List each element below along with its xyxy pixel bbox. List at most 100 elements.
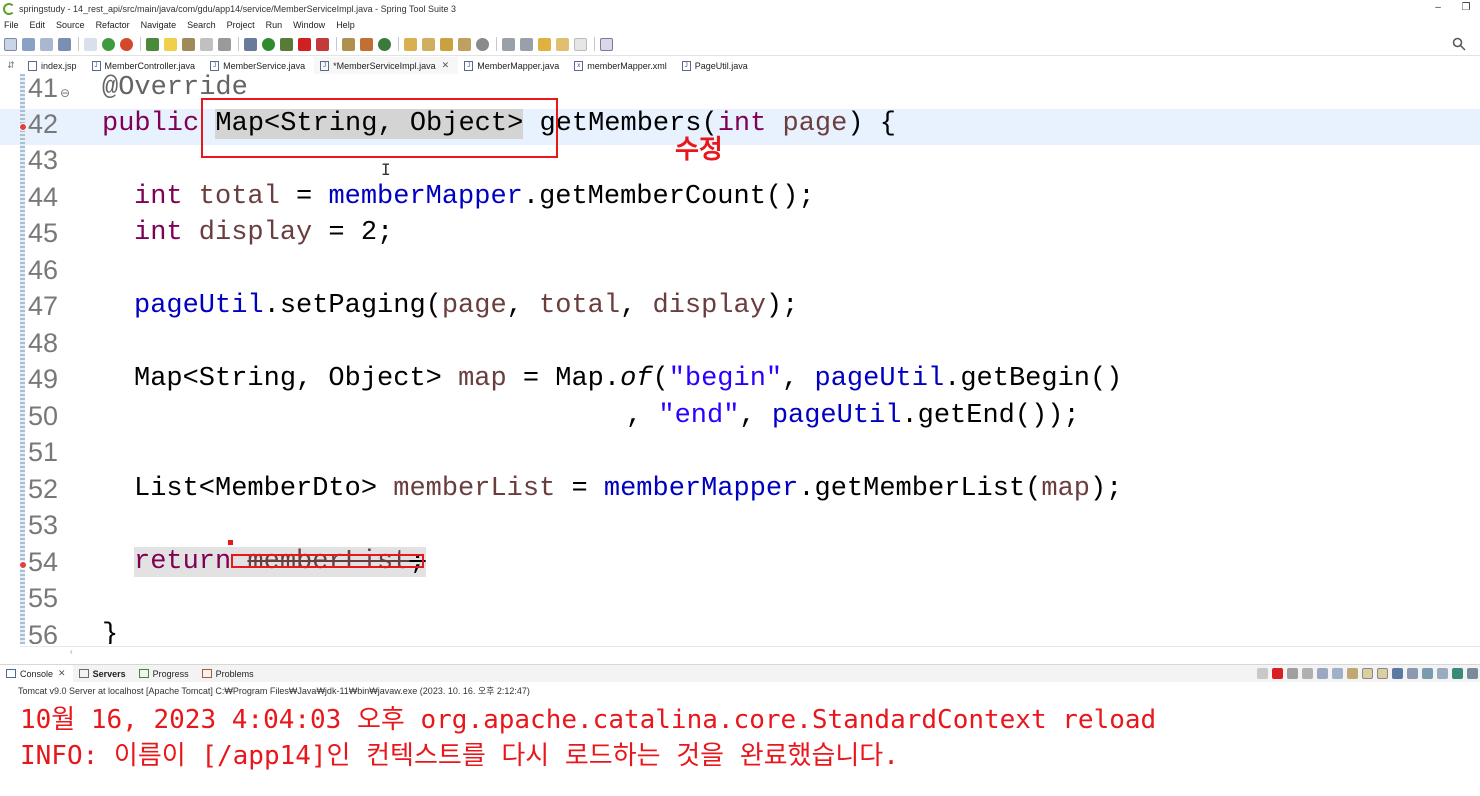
save-all-icon[interactable] bbox=[40, 37, 53, 51]
menu-source[interactable]: Source bbox=[56, 20, 85, 30]
window-controls: – ❐ bbox=[1424, 0, 1480, 17]
code-line-51: 51 bbox=[0, 437, 1480, 474]
next-annotation-icon[interactable] bbox=[502, 37, 515, 51]
tab-console[interactable]: Console ✕ bbox=[0, 665, 73, 682]
toolbar-separator bbox=[336, 37, 337, 51]
forward-icon[interactable] bbox=[574, 37, 587, 51]
code-line-54: 54 return memberList; bbox=[28, 547, 426, 577]
menu-edit[interactable]: Edit bbox=[30, 20, 46, 30]
minimize-button[interactable]: – bbox=[1424, 0, 1452, 17]
horizontal-scrollbar[interactable]: ‹ bbox=[20, 646, 1480, 656]
remove-launch-icon[interactable] bbox=[1287, 668, 1298, 679]
show-on-stderr-icon[interactable] bbox=[1377, 668, 1388, 679]
tab-member-mapper[interactable]: J MemberMapper.java bbox=[458, 57, 568, 74]
error-marker-icon[interactable] bbox=[19, 123, 27, 131]
problems-icon bbox=[201, 669, 212, 678]
close-icon[interactable]: ✕ bbox=[58, 668, 66, 679]
menu-project[interactable]: Project bbox=[227, 20, 255, 30]
highlight-dot bbox=[228, 540, 233, 545]
code-line-52: 52 List<MemberDto> memberList = memberMa… bbox=[28, 474, 1123, 504]
external-tools-icon[interactable] bbox=[316, 37, 329, 51]
tab-member-mapper-xml[interactable]: x memberMapper.xml bbox=[568, 57, 676, 74]
new-icon[interactable] bbox=[4, 37, 17, 51]
back-icon[interactable] bbox=[556, 37, 569, 51]
minimize-view-icon[interactable] bbox=[1437, 668, 1448, 679]
java-file-icon: J bbox=[210, 60, 220, 71]
menu-search[interactable]: Search bbox=[187, 20, 216, 30]
console-toolbar bbox=[1253, 668, 1478, 679]
clear-console-icon[interactable] bbox=[1317, 668, 1328, 679]
toolbar-separator bbox=[78, 37, 79, 51]
line-number: 51 bbox=[28, 437, 59, 467]
debug-icon[interactable] bbox=[244, 37, 257, 51]
line-number: 56 bbox=[28, 620, 59, 644]
search-icon[interactable] bbox=[1452, 37, 1466, 51]
tab-page-util[interactable]: J PageUtil.java bbox=[676, 57, 757, 74]
open-task-icon[interactable] bbox=[422, 37, 435, 51]
print-icon[interactable] bbox=[58, 37, 71, 51]
run-icon[interactable] bbox=[262, 37, 275, 51]
edit-icon[interactable] bbox=[440, 37, 453, 51]
xml-file-icon: x bbox=[574, 60, 584, 71]
open-type-icon[interactable] bbox=[146, 37, 159, 51]
terminate-icon[interactable] bbox=[1272, 668, 1283, 679]
scroll-lock-icon[interactable] bbox=[1332, 668, 1343, 679]
new-package-icon[interactable] bbox=[342, 37, 355, 51]
maximize-view-icon[interactable] bbox=[1452, 668, 1463, 679]
tab-progress[interactable]: Progress bbox=[133, 665, 196, 682]
toolbar-separator bbox=[496, 37, 497, 51]
menu-run[interactable]: Run bbox=[266, 20, 283, 30]
console-output-line: INFO: 이름이 [/app14]인 컨텍스트를 다시 로드하는 것을 완료했… bbox=[20, 741, 899, 771]
new-wizard-icon[interactable] bbox=[378, 37, 391, 51]
tab-label: Servers bbox=[92, 668, 126, 679]
code-editor[interactable]: 41 ⊖ @Override 42 public Map<String, Obje… bbox=[0, 74, 1480, 644]
server-start-icon[interactable] bbox=[102, 37, 115, 51]
tab-servers[interactable]: Servers bbox=[73, 665, 133, 682]
word-wrap-icon[interactable] bbox=[1347, 668, 1358, 679]
error-marker-icon[interactable] bbox=[19, 561, 27, 569]
tab-member-service-impl[interactable]: J *MemberServiceImpl.java ✕ bbox=[314, 57, 459, 74]
coverage-icon[interactable] bbox=[280, 37, 293, 51]
pin-editor-icon[interactable] bbox=[600, 37, 613, 51]
close-icon[interactable]: ✕ bbox=[442, 60, 450, 71]
show-on-stdout-icon[interactable] bbox=[1362, 668, 1373, 679]
new-class-icon[interactable] bbox=[360, 37, 373, 51]
display-console-icon[interactable] bbox=[1407, 668, 1418, 679]
annotation-icon[interactable] bbox=[458, 37, 471, 51]
refresh-icon[interactable] bbox=[120, 37, 133, 51]
pin-console-icon[interactable] bbox=[1392, 668, 1403, 679]
save-icon[interactable] bbox=[22, 37, 35, 51]
menu-window[interactable]: Window bbox=[293, 20, 325, 30]
block-select-icon[interactable] bbox=[200, 37, 213, 51]
restore-button[interactable]: ❐ bbox=[1452, 0, 1480, 17]
code-line-50: 50 , "end", pageUtil.getEnd()); bbox=[28, 401, 1080, 431]
view-menu-icon[interactable] bbox=[1467, 668, 1478, 679]
menu-refactor[interactable]: Refactor bbox=[96, 20, 130, 30]
code-line-56: 56 } bbox=[0, 620, 1480, 644]
menu-navigate[interactable]: Navigate bbox=[141, 20, 177, 30]
menu-file[interactable]: File bbox=[4, 20, 19, 30]
tab-member-service[interactable]: J MemberService.java bbox=[204, 57, 314, 74]
stop-icon[interactable] bbox=[298, 37, 311, 51]
disconnect-icon[interactable] bbox=[1257, 668, 1268, 679]
highlight-box-return-value bbox=[231, 554, 424, 568]
tab-member-controller[interactable]: J MemberController.java bbox=[86, 57, 205, 74]
tab-index-jsp[interactable]: index.jsp bbox=[22, 57, 86, 74]
menu-help[interactable]: Help bbox=[336, 20, 355, 30]
code-line-46: 46 bbox=[0, 255, 1480, 292]
skip-breakpoints-icon[interactable] bbox=[84, 37, 97, 51]
fold-icon[interactable]: ⊖ bbox=[60, 86, 70, 100]
prev-annotation-icon[interactable] bbox=[520, 37, 533, 51]
globe-icon[interactable] bbox=[476, 37, 489, 51]
show-whitespace-icon[interactable] bbox=[218, 37, 231, 51]
highlight-icon[interactable] bbox=[164, 37, 177, 51]
open-console-icon[interactable] bbox=[1422, 668, 1433, 679]
tab-problems[interactable]: Problems bbox=[196, 665, 261, 682]
open-folder-icon[interactable] bbox=[404, 37, 417, 51]
tab-list-icon[interactable]: ⇵ bbox=[0, 57, 22, 74]
code-line-55: 55 bbox=[0, 583, 1480, 620]
search-file-icon[interactable] bbox=[182, 37, 195, 51]
line-number: 53 bbox=[28, 510, 59, 540]
last-edit-icon[interactable] bbox=[538, 37, 551, 51]
remove-all-icon[interactable] bbox=[1302, 668, 1313, 679]
